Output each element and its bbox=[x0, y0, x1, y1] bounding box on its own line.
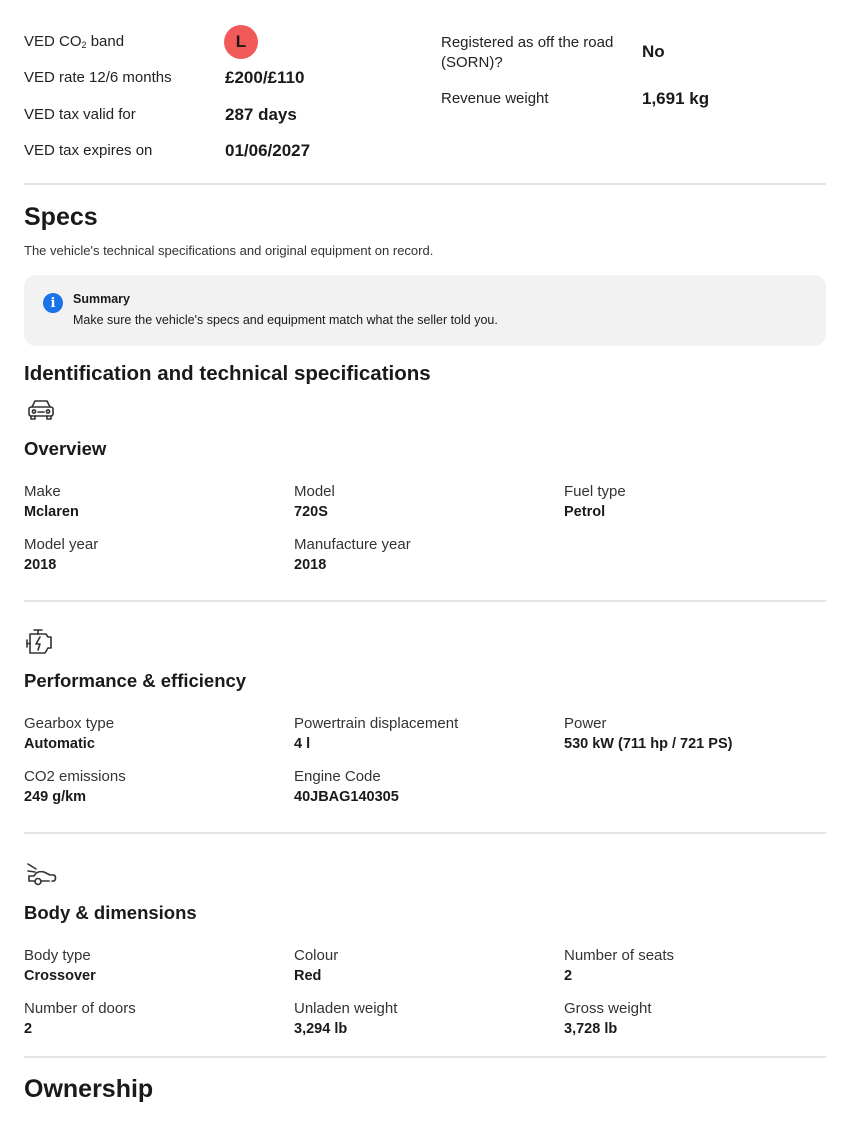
spec-value: Crossover bbox=[24, 968, 96, 984]
spec-label: Gross weight bbox=[564, 1000, 652, 1017]
divider bbox=[24, 600, 826, 602]
spec-label: Model bbox=[294, 483, 335, 500]
spec-item: Number of doors 2 bbox=[24, 1000, 136, 1037]
ownership-heading: Ownership bbox=[24, 1075, 154, 1103]
spec-label: CO2 emissions bbox=[24, 768, 126, 785]
spec-value: Petrol bbox=[564, 504, 606, 520]
co2-band-badge: L bbox=[224, 25, 258, 59]
specs-subtitle: The vehicle's technical specifications a… bbox=[24, 243, 434, 258]
divider bbox=[24, 832, 826, 834]
spec-label: Power bbox=[564, 715, 607, 732]
revenue-weight-label: Revenue weight bbox=[441, 90, 549, 107]
spec-item: Power 530 kW (711 hp / 721 PS) bbox=[564, 715, 732, 752]
spec-value: 530 kW (711 hp / 721 PS) bbox=[564, 736, 733, 752]
spec-value: Mclaren bbox=[24, 504, 79, 520]
spec-label: Fuel type bbox=[564, 483, 626, 500]
spec-value: 2018 bbox=[294, 557, 327, 573]
spec-value: 3,294 lb bbox=[294, 1021, 348, 1037]
spec-label: Unladen weight bbox=[294, 1000, 398, 1017]
spec-item: Gross weight 3,728 lb bbox=[564, 1000, 652, 1037]
summary-title: Summary bbox=[73, 292, 130, 306]
summary-callout: i Summary Make sure the vehicle's specs … bbox=[24, 275, 826, 346]
divider bbox=[24, 183, 826, 185]
spec-label: Colour bbox=[294, 947, 339, 964]
spec-label: Model year bbox=[24, 536, 99, 553]
spec-value: 2 bbox=[564, 968, 573, 984]
divider bbox=[24, 1056, 826, 1058]
spec-item: Fuel type Petrol bbox=[564, 483, 626, 520]
spec-value: 249 g/km bbox=[24, 789, 87, 805]
spec-value: Automatic bbox=[24, 736, 95, 752]
engine-icon bbox=[26, 628, 56, 656]
spec-value: 3,728 lb bbox=[564, 1021, 618, 1037]
spec-label: Gearbox type bbox=[24, 715, 115, 732]
spec-item: Gearbox type Automatic bbox=[24, 715, 114, 752]
ved-expires-value: 01/06/2027 bbox=[225, 141, 311, 160]
ved-rate-value: £200/£110 bbox=[225, 68, 305, 87]
car-side-icon bbox=[26, 860, 58, 888]
overview-heading: Overview bbox=[24, 438, 107, 459]
spec-label: Number of seats bbox=[564, 947, 675, 964]
car-front-icon bbox=[26, 398, 56, 422]
spec-value: 40JBAG140305 bbox=[294, 789, 399, 805]
spec-item: Powertrain displacement 4 l bbox=[294, 715, 458, 752]
spec-item: Model 720S bbox=[294, 483, 335, 520]
spec-label: Powertrain displacement bbox=[294, 715, 459, 732]
spec-value: 2018 bbox=[24, 557, 57, 573]
spec-value: 720S bbox=[294, 504, 328, 520]
sorn-label: Registered as off the road (SORN)? bbox=[441, 34, 614, 71]
spec-label: Engine Code bbox=[294, 768, 381, 785]
spec-item: Engine Code 40JBAG140305 bbox=[294, 768, 399, 805]
ved-expires-label: VED tax expires on bbox=[24, 142, 153, 159]
performance-heading: Performance & efficiency bbox=[24, 670, 247, 691]
body-heading: Body & dimensions bbox=[24, 902, 197, 923]
spec-value: 4 l bbox=[294, 736, 311, 752]
spec-label: Manufacture year bbox=[294, 536, 411, 553]
ved-co2-band-label: VED CO2 band bbox=[24, 33, 125, 50]
spec-value: Red bbox=[294, 968, 322, 984]
identification-heading: Identification and technical specificati… bbox=[24, 362, 431, 385]
spec-label: Number of doors bbox=[24, 1000, 136, 1017]
spec-item: Colour Red bbox=[294, 947, 338, 984]
spec-label: Make bbox=[24, 483, 61, 500]
spec-item: Unladen weight 3,294 lb bbox=[294, 1000, 397, 1037]
spec-item: CO2 emissions 249 g/km bbox=[24, 768, 126, 805]
specs-heading: Specs bbox=[24, 203, 98, 231]
spec-item: Body type Crossover bbox=[24, 947, 96, 984]
spec-item: Number of seats 2 bbox=[564, 947, 674, 984]
revenue-weight-value: 1,691 kg bbox=[642, 89, 710, 108]
spec-item: Make Mclaren bbox=[24, 483, 79, 520]
ved-rate-label: VED rate 12/6 months bbox=[24, 69, 172, 86]
sorn-value: No bbox=[642, 42, 665, 61]
spec-item: Manufacture year 2018 bbox=[294, 536, 411, 573]
spec-item: Model year 2018 bbox=[24, 536, 98, 573]
ved-valid-value: 287 days bbox=[225, 105, 297, 124]
ved-valid-label: VED tax valid for bbox=[24, 106, 136, 123]
spec-value: 2 bbox=[24, 1021, 33, 1037]
spec-label: Body type bbox=[24, 947, 91, 964]
info-icon: i bbox=[43, 293, 63, 313]
summary-text: Make sure the vehicle's specs and equipm… bbox=[73, 313, 498, 327]
